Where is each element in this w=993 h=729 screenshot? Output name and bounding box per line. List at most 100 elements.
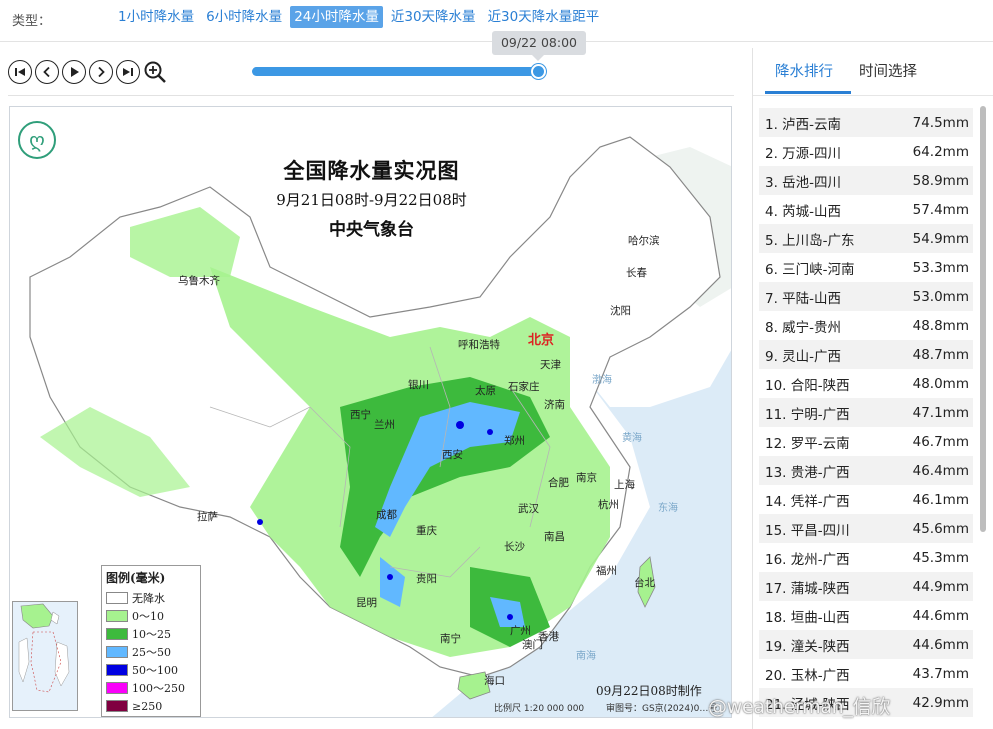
ranking-tabs: 降水排行 时间选择 <box>753 48 993 96</box>
station-name: 9. 灵山-广西 <box>765 348 842 365</box>
map-period: 9月21日08时-9月22日08时 <box>276 191 467 209</box>
ranking-row[interactable]: 10. 合阳-陕西 48.0mm <box>759 369 973 398</box>
city-label: 杭州 <box>598 499 619 511</box>
ranking-row[interactable]: 3. 岳池-四川 58.9mm <box>759 166 973 195</box>
city-label: 兰州 <box>374 419 395 431</box>
station-value: 48.0mm <box>912 375 969 392</box>
station-name: 10. 合阳-陕西 <box>765 377 850 394</box>
ranking-row[interactable]: 17. 蒲城-陕西 44.9mm <box>759 572 973 601</box>
station-value: 47.1mm <box>912 404 969 421</box>
play-button[interactable] <box>62 60 86 84</box>
station-name: 3. 岳池-四川 <box>765 174 842 191</box>
type-tab-1h[interactable]: 1小时降水量 <box>114 6 198 28</box>
legend-row: 25～50 <box>106 643 196 661</box>
legend-row: ≥250 <box>106 697 196 715</box>
city-label: 西安 <box>442 449 463 461</box>
city-label: 成都 <box>376 509 397 521</box>
last-icon <box>123 68 133 76</box>
ranking-row[interactable]: 12. 罗平-云南 46.7mm <box>759 427 973 456</box>
city-label: 沈阳 <box>610 305 631 317</box>
sea-label: 东海 <box>658 503 678 514</box>
city-capital: 北京 <box>528 333 555 348</box>
ranking-row[interactable]: 14. 凭祥-广西 46.1mm <box>759 485 973 514</box>
ranking-row[interactable]: 20. 玉林-广西 43.7mm <box>759 659 973 688</box>
station-name: 8. 威宁-贵州 <box>765 319 842 336</box>
ranking-row[interactable]: 8. 威宁-贵州 48.8mm <box>759 311 973 340</box>
station-value: 44.6mm <box>912 636 969 653</box>
ranking-row[interactable]: 7. 平陆-山西 53.0mm <box>759 282 973 311</box>
city-label: 天津 <box>540 359 561 371</box>
active-tab-indicator <box>765 91 851 94</box>
last-frame-button[interactable] <box>116 60 140 84</box>
station-value: 48.8mm <box>912 317 969 334</box>
city-label: 上海 <box>614 479 635 491</box>
ranking-row[interactable]: 6. 三门峡-河南 53.3mm <box>759 253 973 282</box>
legend-swatch <box>106 700 128 712</box>
ranking-row[interactable]: 4. 芮城-山西 57.4mm <box>759 195 973 224</box>
legend-row: 0～10 <box>106 607 196 625</box>
station-value: 64.2mm <box>912 143 969 160</box>
ranking-row[interactable]: 11. 宁明-广西 47.1mm <box>759 398 973 427</box>
zoom-in-button[interactable] <box>143 60 167 84</box>
station-value: 74.5mm <box>912 114 969 131</box>
ranking-row[interactable]: 16. 龙州-广西 45.3mm <box>759 543 973 572</box>
prev-frame-button[interactable] <box>35 60 59 84</box>
first-frame-button[interactable] <box>8 60 32 84</box>
legend-swatch <box>106 610 128 622</box>
ranking-row[interactable]: 18. 垣曲-山西 44.6mm <box>759 601 973 630</box>
city-label: 台北 <box>634 577 655 589</box>
station-name: 7. 平陆-山西 <box>765 290 842 307</box>
city-label: 贵阳 <box>416 573 437 585</box>
legend-label: 25～50 <box>132 646 171 659</box>
play-icon <box>71 67 79 77</box>
type-tab-30d-anomaly[interactable]: 近30天降水量距平 <box>484 6 604 28</box>
type-tab-6h[interactable]: 6小时降水量 <box>202 6 286 28</box>
sea-label: 渤海 <box>592 375 612 386</box>
station-value: 44.6mm <box>912 607 969 624</box>
ranking-row[interactable]: 13. 贵港-广西 46.4mm <box>759 456 973 485</box>
ranking-scrollbar[interactable] <box>980 106 986 532</box>
sea-label: 南海 <box>576 651 596 662</box>
city-label: 济南 <box>544 399 565 411</box>
legend-swatch <box>106 664 128 676</box>
map-issuer: 中央气象台 <box>329 220 414 240</box>
review-note: 审图号：GS京(2024)0…号 <box>606 704 718 714</box>
ranking-row[interactable]: 15. 平昌-四川 45.6mm <box>759 514 973 543</box>
station-name: 15. 平昌-四川 <box>765 522 850 539</box>
city-label: 广州 <box>510 625 531 637</box>
city-label: 福州 <box>596 565 617 577</box>
next-frame-button[interactable] <box>89 60 113 84</box>
type-tab-30d[interactable]: 近30天降水量 <box>387 6 480 28</box>
station-name: 4. 芮城-山西 <box>765 203 842 220</box>
station-name: 19. 潼关-陕西 <box>765 638 850 655</box>
time-slider-track[interactable] <box>252 67 540 76</box>
station-value: 58.9mm <box>912 172 969 189</box>
station-name: 20. 玉林-广西 <box>765 667 850 684</box>
station-value: 44.9mm <box>912 578 969 595</box>
made-note: 09月22日08时制作 <box>596 684 702 698</box>
time-slider-handle[interactable] <box>531 64 546 79</box>
ranking-row[interactable]: 19. 潼关-陕西 44.6mm <box>759 630 973 659</box>
cma-logo: ღ <box>18 121 56 159</box>
city-label: 南昌 <box>544 531 565 543</box>
ranking-row[interactable]: 1. 泸西-云南 74.5mm <box>759 108 973 137</box>
city-label: 澳门 <box>522 639 543 651</box>
map-title: 全国降水量实况图 <box>283 158 460 183</box>
city-label: 西宁 <box>350 409 371 421</box>
ranking-row[interactable]: 9. 灵山-广西 48.7mm <box>759 340 973 369</box>
tab-rainfall-ranking[interactable]: 降水排行 <box>775 60 833 81</box>
city-label: 武汉 <box>518 503 539 515</box>
watermark: @weatherman_信欣 <box>708 696 891 718</box>
city-label: 长春 <box>626 267 647 279</box>
city-label: 乌鲁木齐 <box>178 275 220 287</box>
divider <box>8 95 734 96</box>
ranking-row[interactable]: 2. 万源-四川 64.2mm <box>759 137 973 166</box>
ranking-list: 1. 泸西-云南 74.5mm 2. 万源-四川 64.2mm 3. 岳池-四川 58… <box>759 108 973 717</box>
ranking-row[interactable]: 5. 上川岛-广东 54.9mm <box>759 224 973 253</box>
legend-swatch <box>106 628 128 640</box>
prev-icon <box>43 66 50 78</box>
city-label: 哈尔滨 <box>628 235 660 247</box>
type-tab-24h[interactable]: 24小时降水量 <box>290 6 383 28</box>
tab-time-select[interactable]: 时间选择 <box>859 60 917 81</box>
station-name: 2. 万源-四川 <box>765 145 842 162</box>
